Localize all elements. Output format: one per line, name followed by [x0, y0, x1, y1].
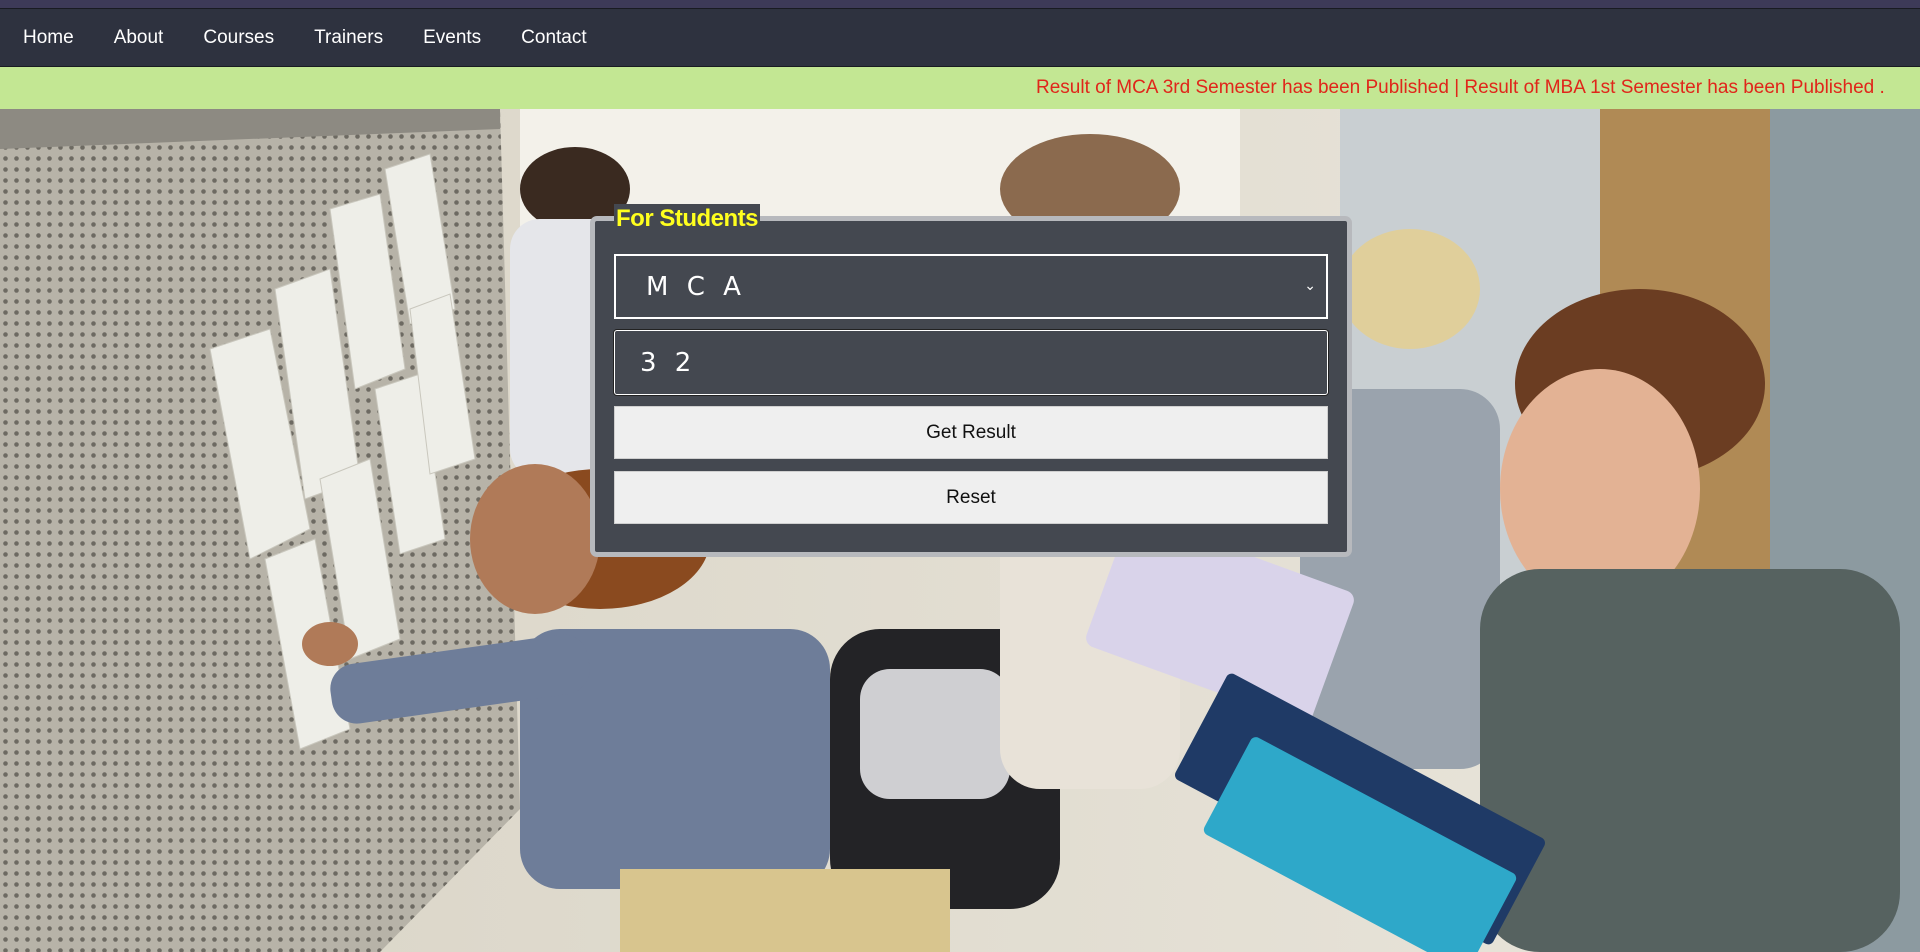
ticker-text: Result of MCA 3rd Semester has been Publ… — [1036, 77, 1885, 98]
roll-number-value: 3 2 — [640, 347, 697, 378]
nav-events[interactable]: Events — [403, 27, 501, 49]
nav-trainers[interactable]: Trainers — [294, 27, 403, 49]
course-select[interactable]: M C A ⌄ — [614, 254, 1328, 319]
nav-contact[interactable]: Contact — [501, 27, 606, 49]
get-result-button[interactable]: Get Result — [614, 406, 1328, 459]
nav-about[interactable]: About — [94, 27, 184, 49]
news-ticker: Result of MCA 3rd Semester has been Publ… — [0, 67, 1920, 109]
nav-home[interactable]: Home — [3, 27, 94, 49]
nav-courses[interactable]: Courses — [183, 27, 294, 49]
top-strip — [0, 0, 1920, 8]
roll-number-input[interactable]: 3 2 — [614, 330, 1328, 395]
reset-button[interactable]: Reset — [614, 471, 1328, 524]
chevron-down-icon: ⌄ — [1304, 278, 1316, 294]
main-navbar: Home About Courses Trainers Events Conta… — [0, 8, 1920, 67]
course-select-value: M C A — [646, 271, 746, 302]
panel-legend: For Students — [614, 204, 760, 234]
